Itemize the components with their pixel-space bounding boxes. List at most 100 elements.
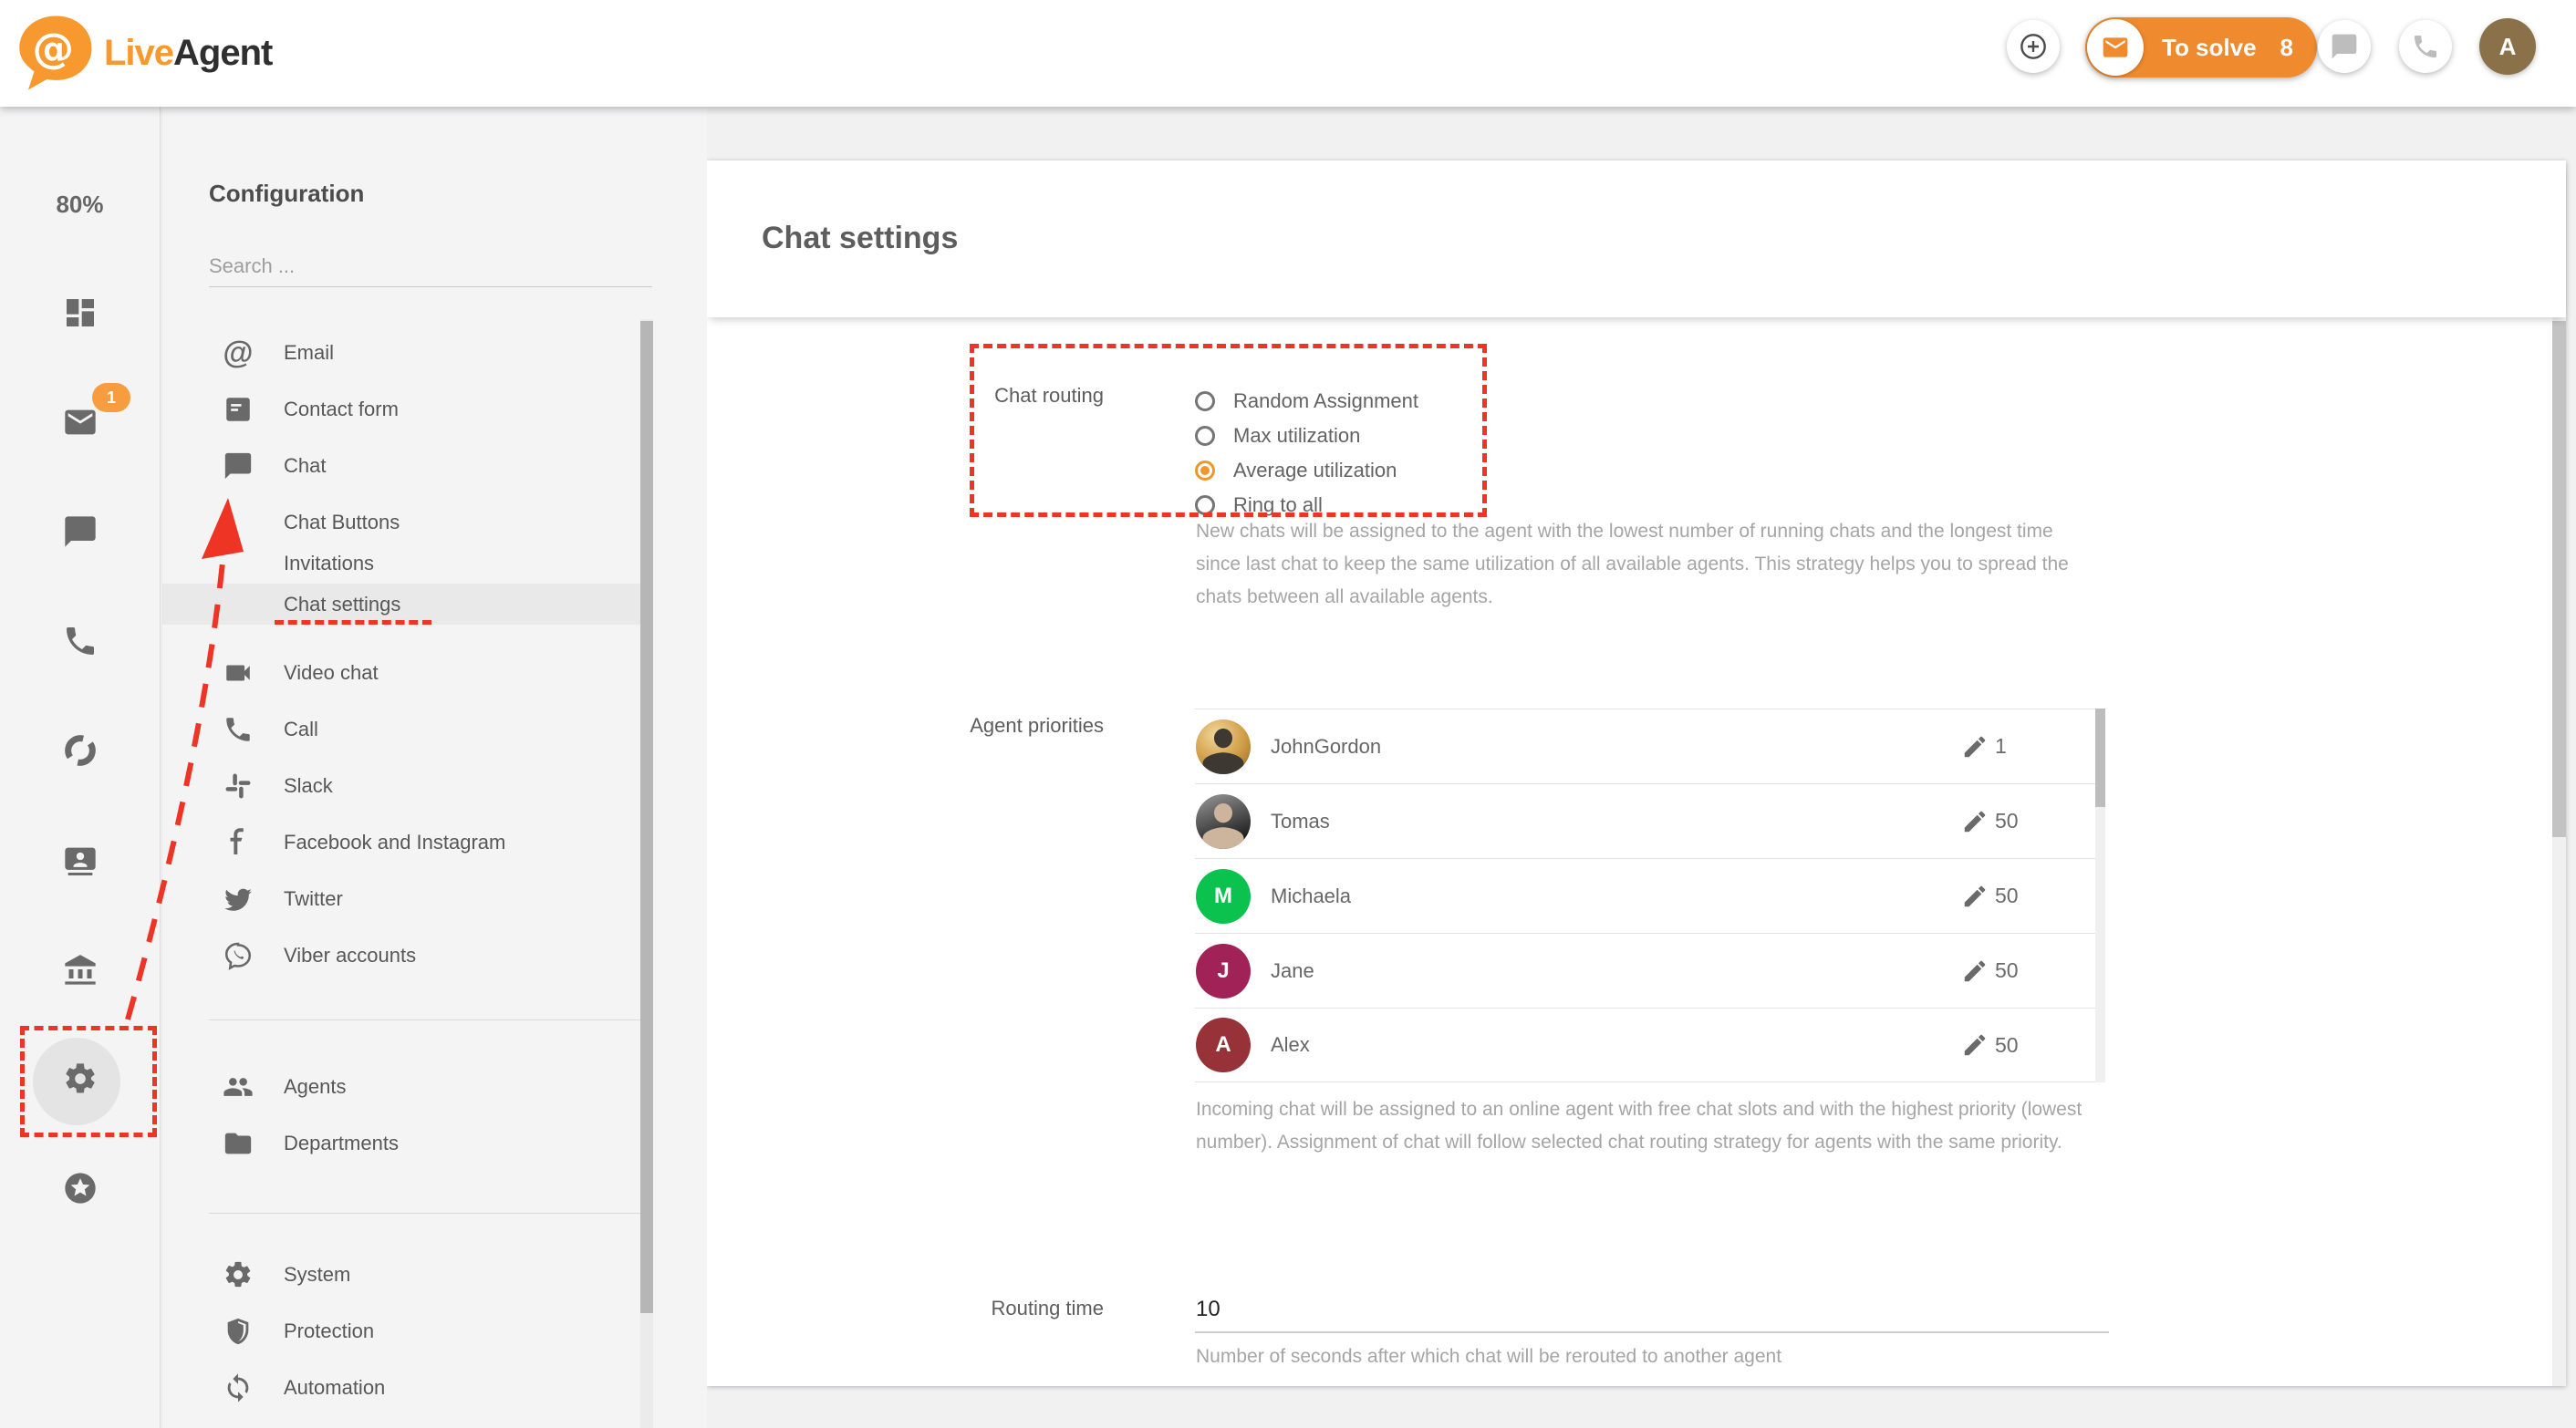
agent-priorities-help: Incoming chat will be assigned to an onl… [1196, 1093, 2099, 1159]
sync-icon [220, 1372, 256, 1403]
sidebar-item-slack[interactable]: Slack [162, 758, 707, 814]
routing-time-label: Routing time [826, 1297, 1104, 1320]
radio-option-label: Average utilization [1233, 459, 1397, 482]
menu-scrollbar-thumb[interactable] [640, 321, 653, 1313]
sidebar-item-label: Chat settings [284, 593, 400, 616]
rail-item-mail[interactable] [0, 402, 161, 446]
radio-option-label: Ring to all [1233, 493, 1323, 517]
sidebar-item-departments[interactable]: Departments [162, 1115, 707, 1172]
workload-indicator: 80% [0, 191, 160, 219]
rail-item-dashboard[interactable] [0, 293, 161, 336]
sidebar-item-automation[interactable]: Automation [162, 1360, 707, 1416]
sidebar-item-email[interactable]: @Email [162, 325, 707, 381]
sidebar-item-label: Chat [284, 454, 326, 478]
rail-item-history[interactable] [0, 730, 161, 774]
agent-list-scrollbar-thumb[interactable] [2095, 709, 2105, 807]
agent-name: Alex [1271, 1033, 1310, 1057]
sidebar-item-chat-buttons[interactable]: Chat Buttons [162, 502, 707, 543]
sidebar-item-label: Facebook and Instagram [284, 831, 505, 854]
sidebar-item-agents[interactable]: Agents [162, 1059, 707, 1115]
slack-icon [220, 771, 256, 802]
to-solve-button[interactable]: To solve 8 [2085, 17, 2317, 78]
gear-icon [62, 1061, 99, 1102]
avatar: A [1196, 1018, 1251, 1072]
folder-icon [220, 1128, 256, 1159]
rail-item-bank[interactable] [0, 949, 161, 993]
logo-bubble-icon: @ [15, 11, 95, 95]
sidebar-item-label: Departments [284, 1132, 399, 1155]
sidebar-item-chat[interactable]: Chat [162, 438, 707, 494]
sidebar-item-system[interactable]: System [162, 1247, 707, 1303]
sidebar-item-video-chat[interactable]: Video chat [162, 645, 707, 701]
content-scrollbar-thumb[interactable] [2552, 321, 2566, 837]
agent-priority-value: 50 [1995, 884, 2059, 908]
agent-row-michaela: M Michaela 50 [1195, 858, 2095, 933]
rail-item-chat-bubble[interactable] [0, 512, 161, 555]
videocam-icon [220, 657, 256, 688]
agent-row-alex: AAlex50 [1195, 1008, 2095, 1082]
radio-selected-icon [1195, 460, 1215, 481]
edit-pencil-icon[interactable] [1961, 808, 1989, 835]
agent-name: Tomas [1271, 810, 1330, 833]
avatar: M [1196, 869, 1251, 924]
chats-button[interactable] [2318, 20, 2371, 73]
user-avatar[interactable]: A [2479, 18, 2536, 75]
history-icon [62, 732, 99, 773]
rail-item-phone[interactable] [0, 621, 161, 665]
menu-divider [209, 1213, 640, 1214]
radio-option-max-utilization[interactable]: Max utilization [1195, 419, 1418, 453]
edit-pencil-icon[interactable] [1961, 733, 1989, 761]
calls-button[interactable] [2399, 20, 2452, 73]
shield-icon [220, 1316, 256, 1347]
edit-pencil-icon[interactable] [1961, 1031, 1989, 1059]
chat-settings-card: Chat routing Random AssignmentMax utiliz… [707, 160, 2566, 1386]
rail-item-contact-card[interactable] [0, 840, 161, 884]
agent-name: Michaela [1271, 885, 1351, 908]
routing-time-input[interactable] [1195, 1291, 2109, 1333]
radio-unselected-icon [1195, 391, 1215, 411]
gear-icon [220, 1259, 256, 1290]
radio-option-average-utilization[interactable]: Average utilization [1195, 453, 1418, 488]
avatar-photo [1196, 794, 1251, 849]
sidebar-item-invitations[interactable]: Invitations [162, 543, 707, 584]
sidebar-item-label: Agents [284, 1075, 347, 1099]
content-scrollbar [2552, 317, 2566, 1386]
liveagent-logo[interactable]: @ LiveAgent [15, 11, 272, 95]
add-button[interactable] [2007, 20, 2060, 73]
phone-icon [220, 714, 256, 745]
agent-name: JohnGordon [1271, 735, 1381, 759]
rail-item-gear[interactable] [0, 1059, 161, 1102]
sidebar-item-chat-settings[interactable]: Chat settings [162, 584, 640, 625]
edit-pencil-icon[interactable] [1961, 883, 1989, 910]
sidebar-item-viber-accounts[interactable]: Viber accounts [162, 927, 707, 984]
menu-divider [209, 1019, 640, 1020]
to-solve-mail-badge [2087, 19, 2144, 76]
menu-scrollbar [640, 319, 653, 1428]
sidebar-item-facebook-and-instagram[interactable]: Facebook and Instagram [162, 814, 707, 871]
radio-option-label: Random Assignment [1233, 389, 1418, 413]
mail-icon [62, 404, 99, 445]
configuration-menu: @EmailContact form Chat Chat Buttons Invita… [162, 325, 707, 1416]
card-header: Chat settings [707, 160, 2566, 317]
agent-priority-value: 1 [1995, 734, 2059, 759]
dashboard-icon [62, 295, 99, 336]
chat-bubble-icon [2330, 32, 2359, 61]
sidebar-item-label: Slack [284, 774, 333, 798]
rail-item-star-circle[interactable] [0, 1168, 161, 1212]
radio-option-random-assignment[interactable]: Random Assignment [1195, 384, 1418, 419]
sidebar-item-protection[interactable]: Protection [162, 1303, 707, 1360]
routing-time-help: Number of seconds after which chat will … [1196, 1340, 2099, 1373]
sidebar-item-label: Invitations [284, 552, 374, 575]
sidebar-item-label: Call [284, 718, 318, 741]
agent-name: Jane [1271, 959, 1314, 983]
sidebar-item-label: Protection [284, 1319, 374, 1343]
edit-pencil-icon[interactable] [1961, 957, 1989, 985]
agent-row-jane: JJane50 [1195, 933, 2095, 1008]
page-title: Chat settings [762, 221, 958, 256]
sidebar-item-call[interactable]: Call [162, 701, 707, 758]
sidebar-item-twitter[interactable]: Twitter [162, 871, 707, 927]
sidebar-item-contact-form[interactable]: Contact form [162, 381, 707, 438]
search-input[interactable] [209, 245, 652, 287]
user-avatar-initial: A [2499, 33, 2517, 61]
avatar: J [1196, 944, 1251, 999]
